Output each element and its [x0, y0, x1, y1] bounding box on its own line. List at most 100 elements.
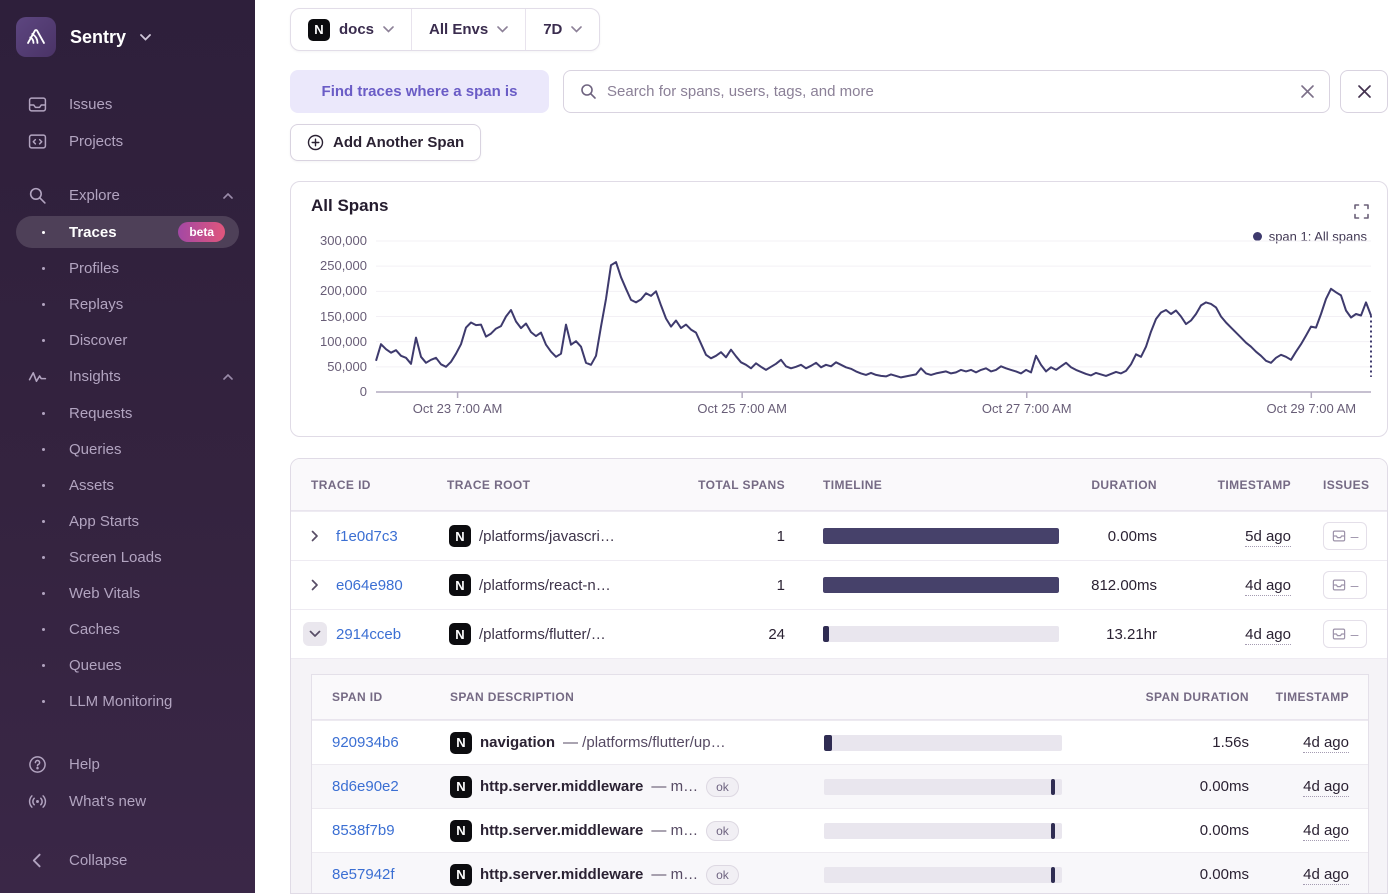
page-filters: N docs All Envs 7D — [290, 8, 601, 51]
span-id-link[interactable]: 8538f7b9 — [332, 822, 450, 839]
trace-id-link[interactable]: e064e980 — [336, 577, 449, 594]
nextjs-project-icon: N — [450, 863, 472, 886]
timeline-bar — [823, 528, 1059, 544]
org-name: Sentry — [70, 26, 127, 47]
sidebar-item-app-starts[interactable]: App Starts — [0, 503, 255, 539]
span-timestamp: 4d ago — [1303, 734, 1349, 753]
span-duration: 0.00ms — [1199, 778, 1249, 795]
duration: 13.21hr — [1106, 625, 1157, 643]
add-another-span-button[interactable]: Add Another Span — [290, 124, 482, 161]
table-row: e064e980 N /platforms/react-n… 1 812.00m… — [291, 560, 1387, 609]
span-timeline-bar — [824, 734, 1062, 751]
span-row: 920934b6 N navigation — /platforms/flutt… — [312, 720, 1368, 764]
expand-row-button[interactable] — [303, 524, 327, 548]
span-status-badge: ok — [706, 864, 739, 885]
help-icon — [29, 756, 46, 773]
chart-title: All Spans — [311, 196, 389, 215]
chevron-down-icon — [140, 33, 151, 41]
bullet-icon — [42, 555, 45, 559]
sidebar-item-screen-loads[interactable]: Screen Loads — [0, 539, 255, 575]
sidebar-item-traces[interactable]: Traces beta — [16, 216, 239, 248]
sidebar-item-issues[interactable]: Issues — [0, 86, 255, 123]
x-axis-labels: Oct 23 7:00 AM Oct 25 7:00 AM Oct 27 7:00 … — [412, 401, 1357, 416]
header-span-timestamp: TIMESTAMP — [1275, 690, 1349, 704]
span-op: navigation — [480, 734, 556, 751]
sidebar-section-insights[interactable]: Insights — [0, 358, 255, 395]
search-icon — [581, 84, 596, 99]
nextjs-project-icon: N — [450, 731, 472, 754]
org-switcher[interactable]: Sentry — [0, 0, 255, 62]
projects-icon — [28, 134, 47, 149]
header-span-duration: SPAN DURATION — [1145, 690, 1249, 704]
span-op: http.server.middleware — [480, 822, 644, 839]
table-row: 2914cceb N /platforms/flutter/… 24 13.21… — [291, 609, 1387, 658]
nextjs-project-icon: N — [449, 525, 471, 547]
sidebar-item-queues[interactable]: Queues — [0, 647, 255, 683]
chevron-up-icon — [223, 192, 233, 199]
span-timestamp: 4d ago — [1303, 822, 1349, 841]
issues-button[interactable]: – — [1323, 522, 1367, 550]
trace-id-link[interactable]: f1e0d7c3 — [336, 528, 449, 545]
sidebar: Sentry Issues Projects Explore Traces be… — [0, 0, 255, 893]
issues-button[interactable]: – — [1323, 571, 1367, 599]
span-id-link[interactable]: 8e57942f — [332, 866, 450, 883]
span-detail: — m… — [651, 866, 699, 883]
expand-row-button[interactable] — [303, 573, 327, 597]
sidebar-item-help[interactable]: Help — [0, 746, 255, 783]
header-span-id: SPAN ID — [332, 690, 383, 704]
timestamp: 4d ago — [1245, 576, 1291, 596]
environment-selector[interactable]: All Envs — [411, 9, 525, 50]
trace-root: /platforms/flutter/… — [479, 625, 606, 643]
span-search-input[interactable] — [607, 83, 1290, 100]
nextjs-project-icon: N — [308, 18, 330, 41]
sidebar-collapse-button[interactable]: Collapse — [0, 842, 255, 879]
sidebar-item-projects[interactable]: Projects — [0, 123, 255, 160]
nextjs-project-icon: N — [449, 574, 471, 596]
span-status-badge: ok — [706, 820, 739, 841]
sidebar-item-requests[interactable]: Requests — [0, 395, 255, 431]
spans-subtable: SPAN ID SPAN DESCRIPTION SPAN DURATION T… — [311, 674, 1369, 893]
remove-span-filter-button[interactable] — [1340, 70, 1388, 113]
bullet-icon — [42, 302, 45, 306]
span-id-link[interactable]: 8d6e90e2 — [332, 778, 450, 795]
sidebar-section-explore[interactable]: Explore — [0, 177, 255, 214]
sidebar-item-web-vitals[interactable]: Web Vitals — [0, 575, 255, 611]
bullet-icon — [42, 338, 45, 342]
header-total-spans: TOTAL SPANS — [698, 477, 785, 492]
sidebar-item-whats-new[interactable]: What's new — [0, 783, 255, 820]
sidebar-item-assets[interactable]: Assets — [0, 467, 255, 503]
header-span-description: SPAN DESCRIPTION — [450, 690, 575, 704]
close-icon — [1357, 85, 1371, 98]
span-detail: — m… — [651, 822, 699, 839]
beta-badge: beta — [178, 222, 225, 242]
bullet-icon — [42, 483, 45, 487]
trace-id-link[interactable]: 2914cceb — [336, 626, 449, 643]
span-search-bar — [563, 70, 1330, 113]
duration: 0.00ms — [1107, 527, 1157, 545]
date-range-selector[interactable]: 7D — [525, 9, 599, 50]
sidebar-item-profiles[interactable]: Profiles — [0, 250, 255, 286]
total-spans: 1 — [776, 527, 785, 545]
nextjs-project-icon: N — [449, 623, 471, 645]
sidebar-item-queries[interactable]: Queries — [0, 431, 255, 467]
duration: 812.00ms — [1091, 576, 1157, 594]
sidebar-item-replays[interactable]: Replays — [0, 286, 255, 322]
expand-chart-button[interactable] — [1354, 204, 1369, 219]
issues-button[interactable]: – — [1323, 620, 1367, 648]
clear-search-icon[interactable] — [1300, 84, 1315, 99]
bullet-icon — [42, 627, 45, 631]
chevron-left-icon — [32, 853, 41, 868]
table-row: f1e0d7c3 N /platforms/javascri… 1 0.00ms… — [291, 511, 1387, 560]
sidebar-item-caches[interactable]: Caches — [0, 611, 255, 647]
chevron-right-icon — [311, 530, 318, 542]
span-id-link[interactable]: 920934b6 — [332, 734, 450, 751]
span-op: http.server.middleware — [480, 778, 644, 795]
project-selector[interactable]: N docs — [291, 9, 411, 50]
bullet-icon — [42, 699, 45, 703]
span-timestamp: 4d ago — [1303, 866, 1349, 885]
collapse-row-button[interactable] — [303, 622, 327, 646]
sidebar-item-discover[interactable]: Discover — [0, 322, 255, 358]
sidebar-item-llm-monitoring[interactable]: LLM Monitoring — [0, 683, 255, 719]
span-duration: 0.00ms — [1199, 866, 1249, 883]
timeline-bar — [823, 577, 1059, 593]
